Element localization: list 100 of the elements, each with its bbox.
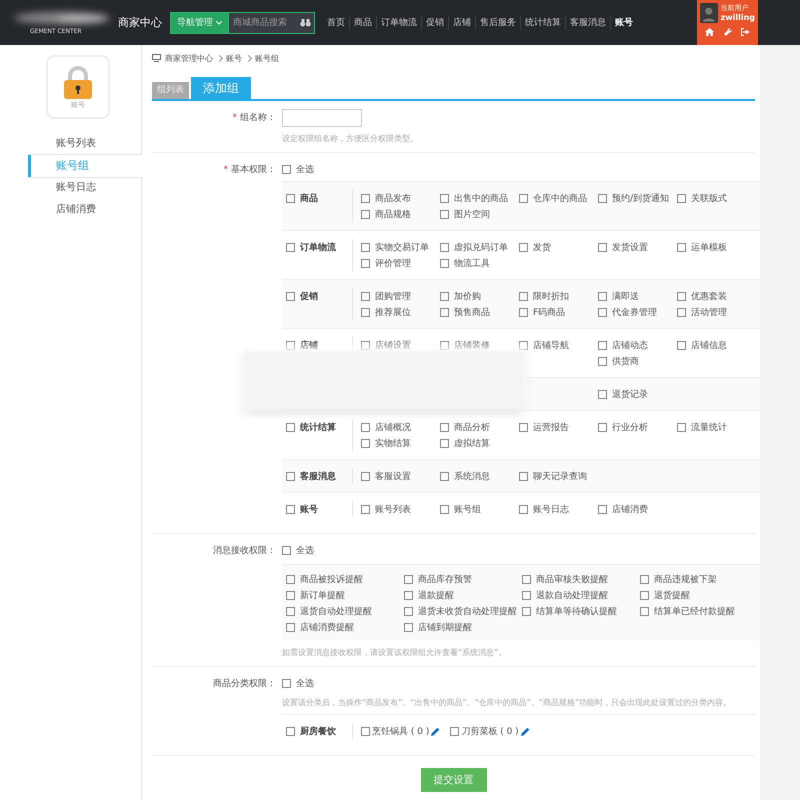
checkbox[interactable] <box>286 472 295 480</box>
checkbox[interactable] <box>282 678 291 688</box>
nav-link[interactable]: 统计结算 <box>520 16 565 30</box>
checkbox[interactable] <box>519 340 528 350</box>
checkbox[interactable] <box>282 546 291 554</box>
binoculars-icon[interactable] <box>300 18 311 26</box>
checkbox[interactable] <box>450 726 460 736</box>
checkbox[interactable] <box>440 194 449 202</box>
checkbox[interactable] <box>286 574 295 584</box>
pencil-icon[interactable] <box>520 726 530 736</box>
checkbox[interactable] <box>361 422 370 432</box>
checkbox[interactable] <box>440 308 449 316</box>
breadcrumb-link[interactable]: 账号 <box>226 52 242 64</box>
checkbox[interactable] <box>440 210 449 218</box>
wrench-icon[interactable] <box>724 28 732 36</box>
checkbox[interactable] <box>519 292 528 300</box>
breadcrumb-link[interactable]: 商家管理中心 <box>165 52 213 64</box>
checkbox[interactable] <box>361 308 370 316</box>
checkbox[interactable] <box>286 606 295 616</box>
checkbox[interactable] <box>598 340 607 350</box>
checkbox-label: 满即送 <box>612 290 639 302</box>
checkbox[interactable] <box>598 292 607 300</box>
checkbox[interactable] <box>361 242 370 252</box>
checkbox[interactable] <box>286 340 295 350</box>
checkbox[interactable] <box>598 308 607 316</box>
checkbox[interactable] <box>519 242 528 252</box>
checkbox[interactable] <box>361 340 370 350</box>
checkbox[interactable] <box>598 504 607 514</box>
input-field[interactable] <box>282 109 362 127</box>
checkbox[interactable] <box>282 164 291 174</box>
checkbox[interactable] <box>519 472 528 480</box>
checkbox-label: 账号日志 <box>533 504 569 516</box>
checkbox[interactable] <box>598 194 607 202</box>
checkbox[interactable] <box>361 504 370 514</box>
checkbox-label: 关联版式 <box>691 192 727 204</box>
checkbox[interactable] <box>640 606 649 616</box>
checkbox[interactable] <box>286 242 295 252</box>
checkbox[interactable] <box>361 438 370 448</box>
checkbox[interactable] <box>677 422 686 432</box>
checkbox[interactable] <box>286 622 295 632</box>
checkbox[interactable] <box>522 606 531 616</box>
checkbox[interactable] <box>286 590 295 600</box>
checkbox[interactable] <box>404 622 413 632</box>
checkbox[interactable] <box>440 472 449 480</box>
checkbox[interactable] <box>640 574 649 584</box>
checkbox[interactable] <box>361 258 370 268</box>
nav-link[interactable]: 商品 <box>349 16 376 30</box>
nav-link[interactable]: 客服消息 <box>565 16 610 30</box>
checkbox[interactable] <box>440 258 449 268</box>
checkbox[interactable] <box>677 308 686 316</box>
nav-link[interactable]: 促销 <box>421 16 448 30</box>
checkbox[interactable] <box>598 242 607 252</box>
nav-link[interactable]: 订单物流 <box>376 16 421 30</box>
home-icon[interactable] <box>705 28 714 36</box>
checkbox[interactable] <box>404 606 413 616</box>
checkbox[interactable] <box>677 194 686 202</box>
checkbox[interactable] <box>440 422 449 432</box>
pencil-icon[interactable] <box>431 726 440 736</box>
sidebar-item[interactable]: 账号日志 <box>28 177 141 199</box>
checkbox[interactable] <box>522 574 531 584</box>
checkbox[interactable] <box>440 292 449 300</box>
checkbox[interactable] <box>361 472 370 480</box>
checkbox[interactable] <box>361 292 370 300</box>
checkbox-label: 结算单等待确认提醒 <box>536 606 617 618</box>
checkbox[interactable] <box>677 242 686 252</box>
checkbox[interactable] <box>440 242 449 252</box>
nav-link[interactable]: 售后服务 <box>475 16 520 30</box>
checkbox[interactable] <box>598 356 607 366</box>
checkbox-label: 预约/到货通知 <box>612 192 670 204</box>
checkbox[interactable] <box>361 210 370 218</box>
checkbox[interactable] <box>286 504 295 514</box>
sign-out-icon[interactable] <box>741 28 750 36</box>
checkbox[interactable] <box>440 504 449 514</box>
checkbox[interactable] <box>522 590 531 600</box>
checkbox[interactable] <box>519 194 528 202</box>
checkbox[interactable] <box>519 504 528 514</box>
checkbox[interactable] <box>598 390 607 398</box>
checkbox[interactable] <box>404 574 413 584</box>
checkbox[interactable] <box>519 308 528 316</box>
checkbox[interactable] <box>286 292 295 300</box>
breadcrumb-link[interactable]: 账号组 <box>255 52 279 64</box>
checkbox[interactable] <box>640 590 649 600</box>
checkbox[interactable] <box>519 422 528 432</box>
search-field[interactable]: 商城商品搜索 <box>229 12 315 34</box>
nav-link[interactable]: 首页 <box>323 16 349 30</box>
checkbox[interactable] <box>286 422 295 432</box>
sidebar-item[interactable]: 账号列表 <box>28 133 141 155</box>
checkbox[interactable] <box>440 340 449 350</box>
checkbox[interactable] <box>440 438 449 448</box>
checkbox[interactable] <box>677 292 686 300</box>
nav-link[interactable]: 店铺 <box>448 16 475 30</box>
checkbox[interactable] <box>361 194 370 202</box>
checkbox[interactable] <box>404 590 413 600</box>
sidebar-item[interactable]: 店铺消费 <box>28 199 141 221</box>
checkbox[interactable] <box>361 726 370 736</box>
checkbox[interactable] <box>598 422 607 432</box>
site-title: 商家中心 <box>118 15 162 30</box>
checkbox[interactable] <box>286 194 295 202</box>
checkbox[interactable] <box>286 726 295 736</box>
checkbox[interactable] <box>677 340 686 350</box>
